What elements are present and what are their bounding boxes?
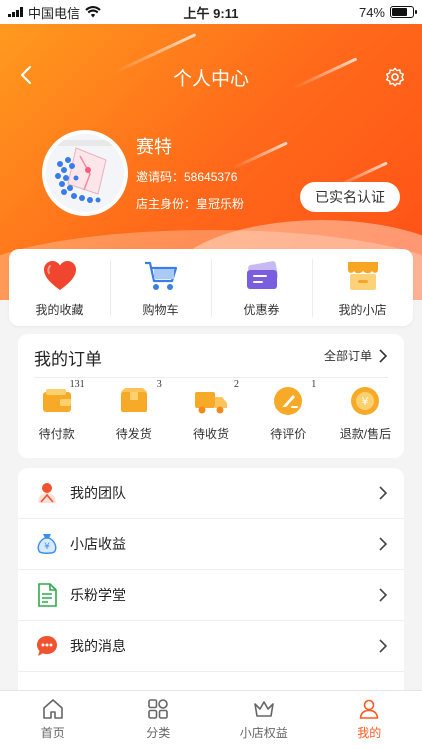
menu-item-my-team[interactable]: 我的团队 (18, 468, 404, 519)
order-label: 待评价 (270, 427, 307, 441)
truck-icon (195, 392, 227, 414)
menu-item-label: 我的消息 (70, 638, 126, 654)
avatar[interactable] (42, 130, 128, 216)
order-label: 待收货 (193, 427, 230, 441)
order-pending-receipt[interactable]: 2 待收货 (172, 379, 249, 442)
quick-link-label: 我的小店 (338, 303, 387, 317)
money-bag-icon: ¥ (37, 534, 57, 554)
shop-identity: 店主身份：皇冠乐粉 (136, 197, 245, 211)
menu-item-store-earnings[interactable]: ¥ 小店收益 (18, 519, 404, 570)
crown-icon (253, 701, 274, 717)
menu-item-label: 小店收益 (70, 536, 126, 552)
tab-me[interactable]: 我的 (317, 691, 422, 750)
order-count-badge: 2 (234, 379, 239, 390)
order-pending-review[interactable]: 1 待评价 (250, 379, 327, 442)
heart-icon (43, 261, 76, 290)
order-refund-after-sales[interactable]: ¥ 退款/售后 (327, 383, 404, 442)
team-icon (38, 483, 56, 503)
pen-icon (274, 387, 303, 415)
menu-item-label: 乐粉学堂 (70, 587, 126, 603)
menu-list: 我的团队 ¥ 小店收益 乐粉学堂 我的消息 (18, 468, 404, 698)
quick-links: 我的收藏 购物车 优惠券 我的小店 (9, 249, 413, 326)
invite-code: 邀请码：58645376 (136, 170, 238, 184)
verified-badge-button[interactable]: 已实名认证 (300, 182, 400, 212)
tab-home[interactable]: 首页 (0, 691, 106, 750)
quick-link-favorites[interactable]: 我的收藏 (9, 249, 110, 326)
order-count-badge: 131 (69, 379, 85, 390)
avatar-map-image (46, 134, 124, 212)
tab-label: 首页 (40, 726, 65, 740)
order-label: 待发货 (115, 427, 152, 441)
quick-link-label: 购物车 (142, 303, 179, 317)
quick-link-coupons[interactable]: 优惠券 (211, 249, 312, 326)
order-pending-payment[interactable]: 131 待付款 (18, 379, 95, 442)
order-count-badge: 3 (156, 379, 162, 390)
quick-link-label: 我的收藏 (35, 303, 84, 317)
document-icon (38, 583, 57, 607)
all-orders-link[interactable]: 全部订单 (324, 347, 388, 364)
quick-link-my-store[interactable]: 我的小店 (312, 249, 413, 326)
cart-icon (144, 261, 177, 290)
menu-item-messages[interactable]: 我的消息 (18, 621, 404, 672)
signal-icon (8, 7, 23, 17)
svg-text:¥: ¥ (44, 542, 50, 552)
orders-card: 我的订单 全部订单 131 待付款 3 待发货 2 待收货 1 待评价 ¥ 退款… (18, 334, 404, 458)
chevron-right-icon (379, 639, 388, 653)
menu-item-label: 我的团队 (70, 485, 126, 501)
battery-icon (390, 6, 417, 18)
username: 赛特 (136, 137, 172, 157)
status-bar: 中国电信 上午 9:11 74% (0, 0, 422, 24)
chevron-right-icon (379, 588, 388, 602)
tab-label: 我的 (357, 726, 382, 740)
wifi-icon (85, 6, 101, 18)
chevron-right-icon (379, 537, 388, 551)
refund-icon: ¥ (351, 387, 380, 415)
home-icon (42, 699, 63, 719)
order-count-badge: 1 (311, 379, 317, 390)
page-title: 个人中心 (172, 69, 249, 90)
coupon-icon (246, 261, 278, 289)
tab-category[interactable]: 分类 (106, 691, 212, 750)
package-icon (120, 388, 147, 412)
message-icon (37, 636, 57, 656)
status-time: 上午 9:11 (183, 5, 239, 21)
orders-title: 我的订单 (34, 350, 102, 369)
tab-label: 小店权益 (239, 726, 288, 740)
svg-text:¥: ¥ (362, 395, 369, 408)
order-label: 待付款 (38, 427, 75, 441)
category-icon (148, 699, 169, 719)
quick-link-cart[interactable]: 购物车 (110, 249, 211, 326)
menu-item-academy[interactable]: 乐粉学堂 (18, 570, 404, 621)
gear-icon[interactable] (384, 66, 406, 88)
carrier-label: 中国电信 (28, 5, 81, 21)
order-pending-shipment[interactable]: 3 待发货 (95, 379, 172, 442)
all-orders-label: 全部订单 (323, 349, 372, 363)
chevron-right-icon (379, 348, 388, 363)
store-icon (347, 262, 378, 290)
battery-percent: 74% (358, 4, 385, 20)
chevron-right-icon (379, 486, 388, 500)
tab-label: 分类 (146, 726, 171, 740)
tab-bar: 首页 分类 小店权益 我的 (0, 690, 422, 750)
wallet-icon (42, 389, 71, 412)
user-icon (359, 699, 379, 719)
quick-link-label: 优惠券 (243, 303, 280, 317)
tab-store-benefits[interactable]: 小店权益 (211, 691, 317, 750)
order-label: 退款/售后 (339, 427, 392, 441)
